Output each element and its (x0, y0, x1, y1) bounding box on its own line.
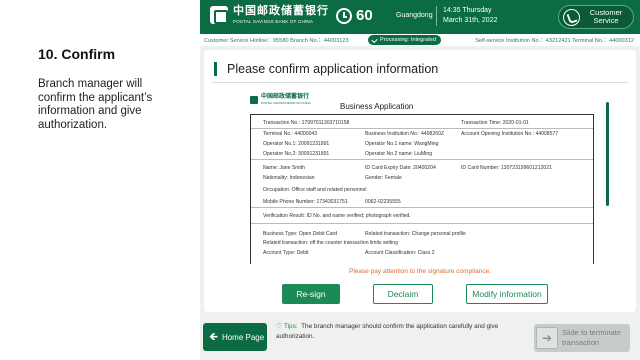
slide-to-terminate[interactable]: ➔ Slide to terminate transaction (534, 324, 630, 352)
home-page-label: Home Page (221, 332, 265, 342)
confirm-card: Please confirm application information 中… (204, 50, 636, 312)
business-type: Business Type: Open Debit Card (263, 231, 338, 237)
arrow-right-icon[interactable]: ➔ (536, 327, 558, 349)
document-separator (251, 207, 593, 208)
nationality: Nationality: Indonesian (263, 175, 315, 181)
resign-button[interactable]: Re-sign (282, 284, 340, 304)
bank-logo-icon (250, 95, 258, 104)
transaction-time: Transaction Time: 2020-01-01 (461, 120, 529, 126)
card-title: Please confirm application information (214, 62, 438, 76)
top-bar: 中国邮政储蓄银行 POSTAL SAVINGS BANK OF CHINA 60… (200, 0, 640, 34)
modify-information-button[interactable]: Modify information (466, 284, 548, 304)
clock-icon (336, 7, 352, 24)
document-frame: Transaction No.: 17997011303710158 Trans… (250, 114, 594, 264)
date-label: March 31th, 2022 (443, 17, 498, 24)
hotline-info: Customer Service Hotline：95580 Branch No… (204, 38, 349, 44)
region-label: Guangdong (396, 12, 433, 19)
account-type: Account Type: Debit (263, 250, 309, 256)
document-title: Business Application (340, 102, 414, 111)
bank-logo: 中国邮政储蓄银行 POSTAL SAVINGS BANK OF CHINA (210, 5, 329, 25)
gender: Gender: Female (365, 175, 402, 181)
account-classification: Account Classification: Class 2 (365, 250, 435, 256)
tips-text: The branch manager should confirm the ap… (276, 323, 499, 340)
tips-label: Tips: (283, 323, 298, 330)
document-bank-name-en: POSTAL SAVINGS BANK OF CHINA (261, 101, 311, 105)
declaim-button[interactable]: Declaim (373, 284, 433, 304)
application-document[interactable]: 中国邮政储蓄银行 POSTAL SAVINGS BANK OF CHINA Bu… (244, 92, 600, 264)
transaction-no: Transaction No.: 17997011303710158 (263, 120, 350, 126)
processing-badge: Processing: Integrated (368, 35, 441, 45)
bank-name-cn: 中国邮政储蓄银行 (233, 5, 329, 17)
customer-service-button[interactable]: Customer Service (558, 5, 634, 29)
terminal-no: Terminal No.: 44000043 (263, 131, 318, 137)
back-arrow-icon: 🡸 (209, 330, 218, 343)
document-scrollbar[interactable] (606, 102, 609, 206)
slide-label: Slide to terminate transaction (562, 328, 622, 347)
institution-info: Self-service Institution No.：43212421 Te… (475, 38, 634, 44)
applicant-name: Name: Jane Smith (263, 165, 305, 171)
operator-no2: Operator No.2: 30091231891 (263, 151, 330, 157)
document-separator (251, 159, 593, 160)
operator-name2: Operator No.2 name: LiuMing (365, 151, 433, 157)
landline-number: 0062-02235555 (365, 199, 401, 205)
heart-icon: ♡ (276, 323, 283, 330)
related-transaction: Related transaction: Change personal pro… (365, 231, 466, 237)
business-institution: Business Institution No.: 4498260Z (365, 131, 445, 137)
datetime: 14:35 Thursday March 31th, 2022 (436, 6, 497, 26)
mobile-number: Mobile Phone Number: 17343031751 (263, 199, 348, 205)
kiosk-screen: 中国邮政储蓄银行 POSTAL SAVINGS BANK OF CHINA 60… (200, 0, 640, 360)
signature-notice: Please pay attention to the signature co… (348, 268, 491, 275)
bank-name-en: POSTAL SAVINGS BANK OF CHINA (233, 19, 314, 24)
id-expiry: ID Card Expiry Date: 20400204 (365, 165, 436, 171)
document-separator (251, 128, 593, 129)
account-opening-institution: Account Opening Institution No.: 4400857… (461, 131, 559, 137)
document-logo: 中国邮政储蓄银行 POSTAL SAVINGS BANK OF CHINA (250, 94, 311, 105)
queue-number: 60 (356, 7, 373, 24)
queue-counter: 60 (336, 7, 373, 24)
step-title: 10. Confirm (38, 46, 116, 62)
document-bank-name-cn: 中国邮政储蓄银行 (261, 94, 310, 100)
time-label: 14:35 Thursday (443, 7, 492, 14)
id-number: ID Card Number: 130723199601212021 (461, 165, 552, 171)
operator-no1: Operator No.1: 20091231891 (263, 141, 330, 147)
phone-icon (563, 8, 580, 26)
operator-name1: Operator No.1 name: WangMing (365, 141, 439, 147)
step-description: Branch manager will confirm the applican… (38, 78, 153, 131)
instruction-panel: 10. Confirm Branch manager will confirm … (0, 0, 190, 360)
bank-logo-icon (210, 6, 228, 24)
tutorial-slide: 10. Confirm Branch manager will confirm … (0, 0, 640, 360)
info-bar: Customer Service Hotline：95580 Branch No… (200, 34, 640, 46)
document-separator (251, 223, 593, 224)
home-page-button[interactable]: 🡸 Home Page (203, 323, 267, 351)
verification-result: Verification Result: ID No. and name ver… (263, 213, 411, 219)
occupation: Occupation: Office staff and related per… (263, 187, 367, 193)
customer-service-label: Customer Service (589, 8, 623, 25)
divider (212, 82, 628, 83)
related-transaction-2: Related transaction: off the counter tra… (263, 240, 398, 246)
tips: ♡ Tips: The branch manager should confir… (276, 322, 526, 341)
